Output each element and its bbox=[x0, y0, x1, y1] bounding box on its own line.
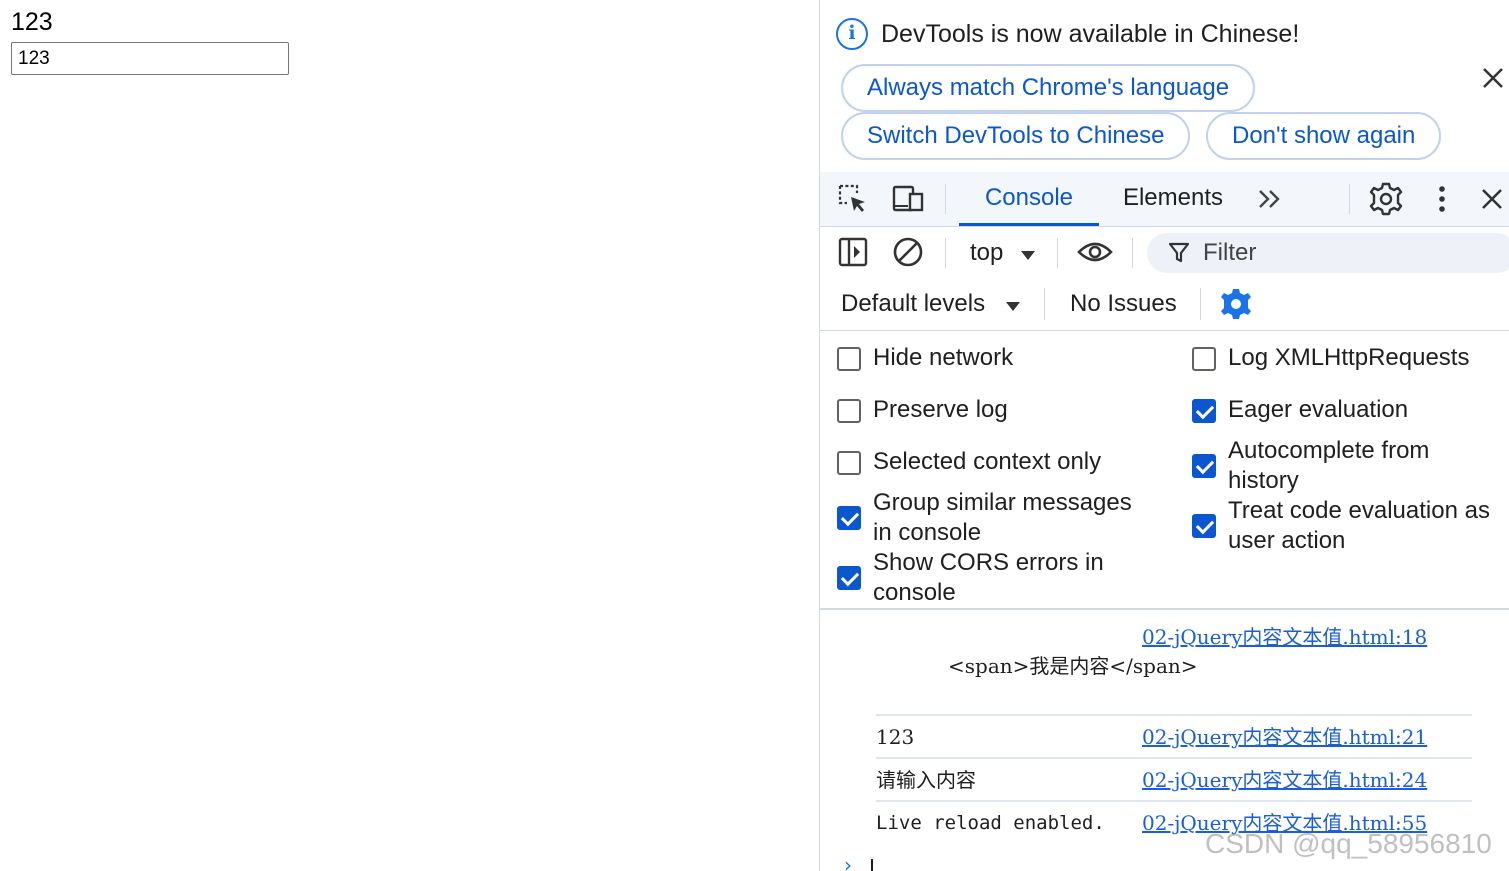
devtools-panel: i DevTools is now available in Chinese! … bbox=[819, 0, 1509, 871]
console-toolbar-secondary: Default levels No Issues bbox=[820, 279, 1509, 331]
more-options-icon[interactable] bbox=[1423, 180, 1461, 218]
toolbar-divider bbox=[945, 238, 946, 268]
toolbar-divider bbox=[945, 184, 946, 214]
checkbox-label-line: Group similar messages bbox=[873, 489, 1132, 516]
message-source-link[interactable]: 02-jQuery内容文本值.html:24 bbox=[1142, 766, 1427, 794]
checkbox-label: Autocomplete from history bbox=[1228, 436, 1429, 496]
toolbar-divider bbox=[1057, 238, 1058, 268]
devtools-tabbar: Console Elements bbox=[820, 172, 1509, 227]
console-message: 请输入内容 bbox=[876, 768, 976, 792]
log-xmlhttprequests-checkbox[interactable] bbox=[1192, 347, 1216, 371]
page-text: 123 bbox=[11, 8, 53, 36]
filter-input[interactable]: Filter bbox=[1147, 233, 1509, 273]
checkbox-label-line: console bbox=[873, 579, 956, 606]
message-source-link[interactable]: 02-jQuery内容文本值.html:21 bbox=[1142, 723, 1427, 751]
checkbox-label-line: in console bbox=[873, 519, 982, 546]
issues-counter[interactable]: No Issues bbox=[1070, 289, 1177, 319]
message-divider bbox=[876, 800, 1472, 802]
treat-code-evaluation-checkbox[interactable] bbox=[1192, 514, 1216, 538]
log-levels-dropdown[interactable]: Default levels bbox=[841, 289, 985, 319]
close-icon[interactable] bbox=[1478, 66, 1508, 96]
clear-console-icon[interactable] bbox=[889, 233, 927, 271]
autocomplete-history-checkbox[interactable] bbox=[1192, 454, 1216, 478]
info-icon: i bbox=[836, 18, 868, 50]
inspect-element-icon[interactable] bbox=[834, 180, 872, 218]
console-message: <span>我是内容</span> bbox=[948, 654, 1198, 678]
checkbox-label-line: user action bbox=[1228, 527, 1346, 554]
checkbox-label: Group similar messages in console bbox=[873, 488, 1132, 548]
context-selector[interactable]: top bbox=[970, 238, 1003, 268]
live-expression-eye-icon[interactable] bbox=[1076, 233, 1114, 271]
toolbar-divider bbox=[1044, 288, 1045, 320]
checkbox-label: Treat code evaluation as user action bbox=[1228, 496, 1490, 556]
preserve-log-checkbox[interactable] bbox=[837, 399, 861, 423]
message-divider bbox=[876, 757, 1472, 759]
hide-network-checkbox[interactable] bbox=[837, 347, 861, 371]
console-prompt-chevron-icon: › bbox=[844, 853, 852, 871]
filter-placeholder: Filter bbox=[1203, 239, 1257, 266]
console-input-caret[interactable] bbox=[871, 859, 873, 871]
tab-elements[interactable]: Elements bbox=[1113, 172, 1233, 226]
context-dropdown-arrow-icon[interactable] bbox=[1020, 248, 1036, 266]
switch-to-chinese-button[interactable]: Switch DevTools to Chinese bbox=[841, 112, 1191, 160]
always-match-language-button[interactable]: Always match Chrome's language bbox=[841, 64, 1256, 112]
message-source-link[interactable]: 02-jQuery内容文本值.html:18 bbox=[1142, 623, 1427, 651]
tab-console[interactable]: Console bbox=[959, 172, 1099, 226]
checkbox-label-line: Treat code evaluation as bbox=[1228, 497, 1490, 524]
text-input[interactable] bbox=[11, 42, 289, 75]
console-toolbar: top Filter bbox=[820, 227, 1509, 279]
sidebar-toggle-icon[interactable] bbox=[834, 233, 872, 271]
checkbox-label: Eager evaluation bbox=[1228, 396, 1409, 423]
language-infobar: i DevTools is now available in Chinese! … bbox=[820, 0, 1509, 172]
toolbar-divider bbox=[1349, 184, 1350, 214]
watermark: CSDN @qq_58956810 bbox=[1205, 828, 1492, 859]
console-message: 123 bbox=[876, 725, 915, 749]
group-similar-checkbox[interactable] bbox=[837, 506, 861, 530]
levels-dropdown-arrow-icon[interactable] bbox=[1005, 299, 1021, 317]
infobar-message: DevTools is now available in Chinese! bbox=[881, 20, 1300, 48]
toolbar-divider bbox=[1200, 288, 1201, 320]
selected-context-only-checkbox[interactable] bbox=[837, 451, 861, 475]
checkbox-label: Show CORS errors in console bbox=[873, 548, 1104, 608]
eager-evaluation-checkbox[interactable] bbox=[1192, 399, 1216, 423]
console-settings-gear-icon[interactable] bbox=[1220, 288, 1252, 325]
checkbox-label: Preserve log bbox=[873, 396, 1008, 423]
checkbox-label-line: Show CORS errors in bbox=[873, 549, 1104, 576]
checkbox-label-line: history bbox=[1228, 467, 1299, 494]
show-cors-errors-checkbox[interactable] bbox=[837, 566, 861, 590]
more-tabs-chevron-icon[interactable] bbox=[1251, 180, 1289, 218]
filter-funnel-icon bbox=[1168, 242, 1190, 269]
checkbox-label: Log XMLHttpRequests bbox=[1228, 344, 1470, 371]
console-message: Live reload enabled. bbox=[876, 812, 1105, 834]
console-settings-pane: Hide network Preserve log Selected conte… bbox=[820, 331, 1509, 610]
close-devtools-icon[interactable] bbox=[1473, 180, 1509, 218]
dont-show-again-button[interactable]: Don't show again bbox=[1206, 112, 1442, 160]
page-content: 123 bbox=[0, 0, 819, 871]
message-divider bbox=[876, 714, 1472, 716]
checkbox-label: Hide network bbox=[873, 344, 1014, 371]
settings-gear-icon[interactable] bbox=[1367, 180, 1405, 218]
toolbar-divider bbox=[1132, 238, 1133, 268]
checkbox-label-line: Autocomplete from bbox=[1228, 437, 1430, 464]
device-toolbar-icon[interactable] bbox=[889, 180, 927, 218]
checkbox-label: Selected context only bbox=[873, 448, 1102, 475]
